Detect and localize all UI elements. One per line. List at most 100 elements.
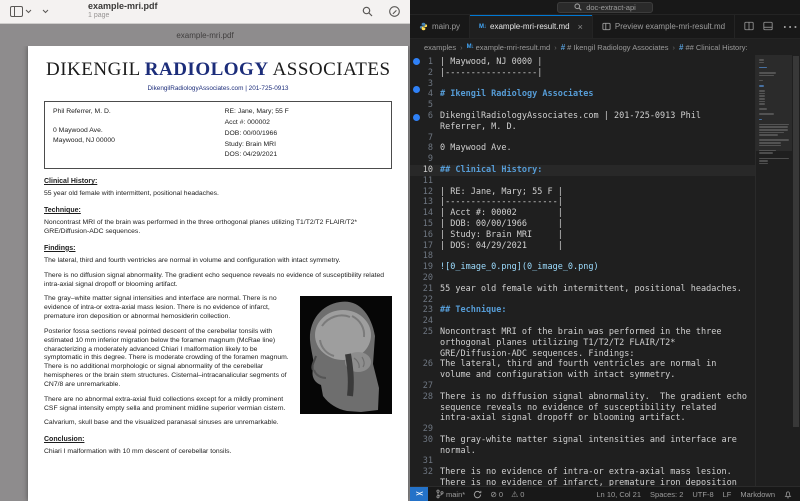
line-number: 31 <box>410 456 440 467</box>
editor-line[interactable]: 17| DOS: 04/29/2021 | <box>410 241 755 252</box>
patient-line: Acct #: 000002 <box>225 119 289 128</box>
sidebar-toggle-icon[interactable] <box>10 6 32 17</box>
line-number: 12 <box>410 187 440 198</box>
line-content: 0 Maywood Ave. <box>440 143 755 154</box>
editor-line[interactable]: 25Noncontrast MRI of the brain was perfo… <box>410 327 755 359</box>
report-letterhead: DIKENGILRADIOLOGYASSOCIATES <box>44 58 392 83</box>
editor-line[interactable]: 27 <box>410 381 755 392</box>
chevron-right-icon: › <box>554 43 557 52</box>
editor-line[interactable]: 22 <box>410 295 755 306</box>
line-number: 32 <box>410 467 440 486</box>
editor-line[interactable]: 1| Maywood, NJ 0000 | <box>410 57 755 68</box>
editor-line[interactable]: 7 <box>410 133 755 144</box>
pdf-scroll-area[interactable]: DIKENGILRADIOLOGYASSOCIATES DikengilRadi… <box>0 46 410 501</box>
code-lines[interactable]: 1| Maywood, NJ 0000 |2|-----------------… <box>410 55 755 486</box>
status-utf-8[interactable]: UTF-8 <box>692 490 713 499</box>
editor-line[interactable]: 29 <box>410 424 755 435</box>
editor-line[interactable]: 31 <box>410 456 755 467</box>
breadcrumb-item[interactable]: examples <box>424 43 456 52</box>
tab-example-mri-result-md[interactable]: M↓example-mri-result.md× <box>470 15 593 38</box>
editor-line[interactable]: 16| Study: Brain MRI | <box>410 230 755 241</box>
line-content <box>440 424 755 435</box>
editor-line[interactable]: 32There is no evidence of intra-or extra… <box>410 467 755 486</box>
remote-indicator[interactable]: >< <box>410 487 428 501</box>
breadcrumb-item[interactable]: M↓example-mri-result.md <box>467 43 551 52</box>
minimap[interactable] <box>755 55 792 486</box>
tab-main-py[interactable]: main.py <box>410 15 470 38</box>
status-lf[interactable]: LF <box>723 490 732 499</box>
status-spaces-2[interactable]: Spaces: 2 <box>650 490 683 499</box>
editor-line[interactable]: 2|------------------| <box>410 68 755 79</box>
report-section: Findings:The lateral, third and fourth v… <box>44 244 392 428</box>
workspace-title: doc-extract-api <box>586 3 636 12</box>
line-number: 23 <box>410 305 440 316</box>
search-icon[interactable] <box>362 6 373 17</box>
editor-line[interactable]: 26The lateral, third and fourth ventricl… <box>410 359 755 381</box>
notifications-status[interactable] <box>784 490 792 499</box>
more-action-button[interactable]: ⋯ <box>782 17 799 37</box>
patient-line: DOS: 04/29/2021 <box>225 151 289 160</box>
gutter-badge-icon <box>413 114 420 121</box>
editor-line[interactable]: 6DikengilRadiologyAssociates.com | 201-7… <box>410 111 755 133</box>
breadcrumb-item[interactable]: ## Ikengil Radiology Associates <box>561 43 669 52</box>
line-number: 15 <box>410 219 440 230</box>
warning-icon: ⚠ <box>511 490 518 499</box>
tab-preview-example-mri-result-md[interactable]: Preview example-mri-result.md <box>593 15 735 38</box>
report-sections: Clinical History:55 year old female with… <box>44 177 392 457</box>
editor-scrollbar[interactable] <box>792 55 800 486</box>
editor-line[interactable]: 10## Clinical History: <box>410 165 755 176</box>
editor-line[interactable]: 28There is no diffusion signal abnormali… <box>410 392 755 424</box>
editor-line[interactable]: 3 <box>410 79 755 90</box>
editor-line[interactable]: 20 <box>410 273 755 284</box>
python-icon <box>419 22 428 31</box>
editor-line[interactable]: 24 <box>410 316 755 327</box>
vscode-titlebar: doc-extract-api <box>410 0 800 15</box>
editor-line[interactable]: 23## Technique: <box>410 305 755 316</box>
editor-line[interactable]: 15| DOB: 00/00/1966 | <box>410 219 755 230</box>
editor-line[interactable]: 30The gray-white matter signal intensiti… <box>410 435 755 457</box>
editor-line[interactable]: 13|----------------------| <box>410 197 755 208</box>
line-content: # Ikengil Radiology Associates <box>440 89 755 100</box>
editor-line[interactable]: 5 <box>410 100 755 111</box>
line-number: 10 <box>410 165 440 176</box>
line-number: 13 <box>410 197 440 208</box>
report-contact-line: DikengilRadiologyAssociates.com | 201-72… <box>44 85 392 93</box>
section-paragraph: There is no diffusion signal abnormality… <box>44 272 392 290</box>
editor-line[interactable]: 12| RE: Jane, Mary; 55 F | <box>410 187 755 198</box>
command-center[interactable]: doc-extract-api <box>557 2 653 13</box>
status-ln-10-col-21[interactable]: Ln 10, Col 21 <box>596 490 641 499</box>
chevron-right-icon: › <box>460 43 463 52</box>
errors-status[interactable]: ⊘0 <box>490 490 503 499</box>
editor-line[interactable]: 4# Ikengil Radiology Associates <box>410 89 755 100</box>
editor-line[interactable]: 14| Acct #: 00002 | <box>410 208 755 219</box>
layout-action-button[interactable] <box>763 18 773 36</box>
line-number: 9 <box>410 154 440 165</box>
status-markdown[interactable]: Markdown <box>740 490 775 499</box>
git-branch-status[interactable]: main* <box>436 489 465 499</box>
editor-line[interactable]: 9 <box>410 154 755 165</box>
more-actions-icon: ⋯ <box>782 19 799 36</box>
breadcrumb-item[interactable]: ### Clinical History: <box>679 43 748 52</box>
sync-status[interactable] <box>473 490 482 499</box>
close-icon[interactable]: × <box>578 22 583 32</box>
editor-line[interactable]: 2155 year old female with intermittent, … <box>410 284 755 295</box>
editor-line[interactable]: 19![0_image_0.png](0_image_0.png) <box>410 262 755 273</box>
zoom-menu-icon[interactable] <box>42 9 49 14</box>
letterhead-word: RADIOLOGY <box>145 59 269 80</box>
tab-label: main.py <box>432 22 460 31</box>
letterhead-word: ASSOCIATES <box>273 59 391 80</box>
warnings-status[interactable]: ⚠0 <box>511 490 524 499</box>
report-section: Clinical History:55 year old female with… <box>44 177 392 199</box>
editor-tab-bar: main.py M↓example-mri-result.md×Preview e… <box>410 15 800 39</box>
split-action-button[interactable] <box>744 18 754 36</box>
editor-line[interactable]: 80 Maywood Ave. <box>410 143 755 154</box>
scrollbar-thumb[interactable] <box>793 56 799 427</box>
line-content <box>440 381 755 392</box>
editor-line[interactable]: 11 <box>410 176 755 187</box>
editor-line[interactable]: 18 <box>410 251 755 262</box>
markup-pencil-icon[interactable] <box>389 6 400 17</box>
brain-mri-image <box>300 296 392 414</box>
minimap-slider[interactable] <box>756 55 792 151</box>
line-number: 14 <box>410 208 440 219</box>
editor-area[interactable]: 1| Maywood, NJ 0000 |2|-----------------… <box>410 55 800 486</box>
